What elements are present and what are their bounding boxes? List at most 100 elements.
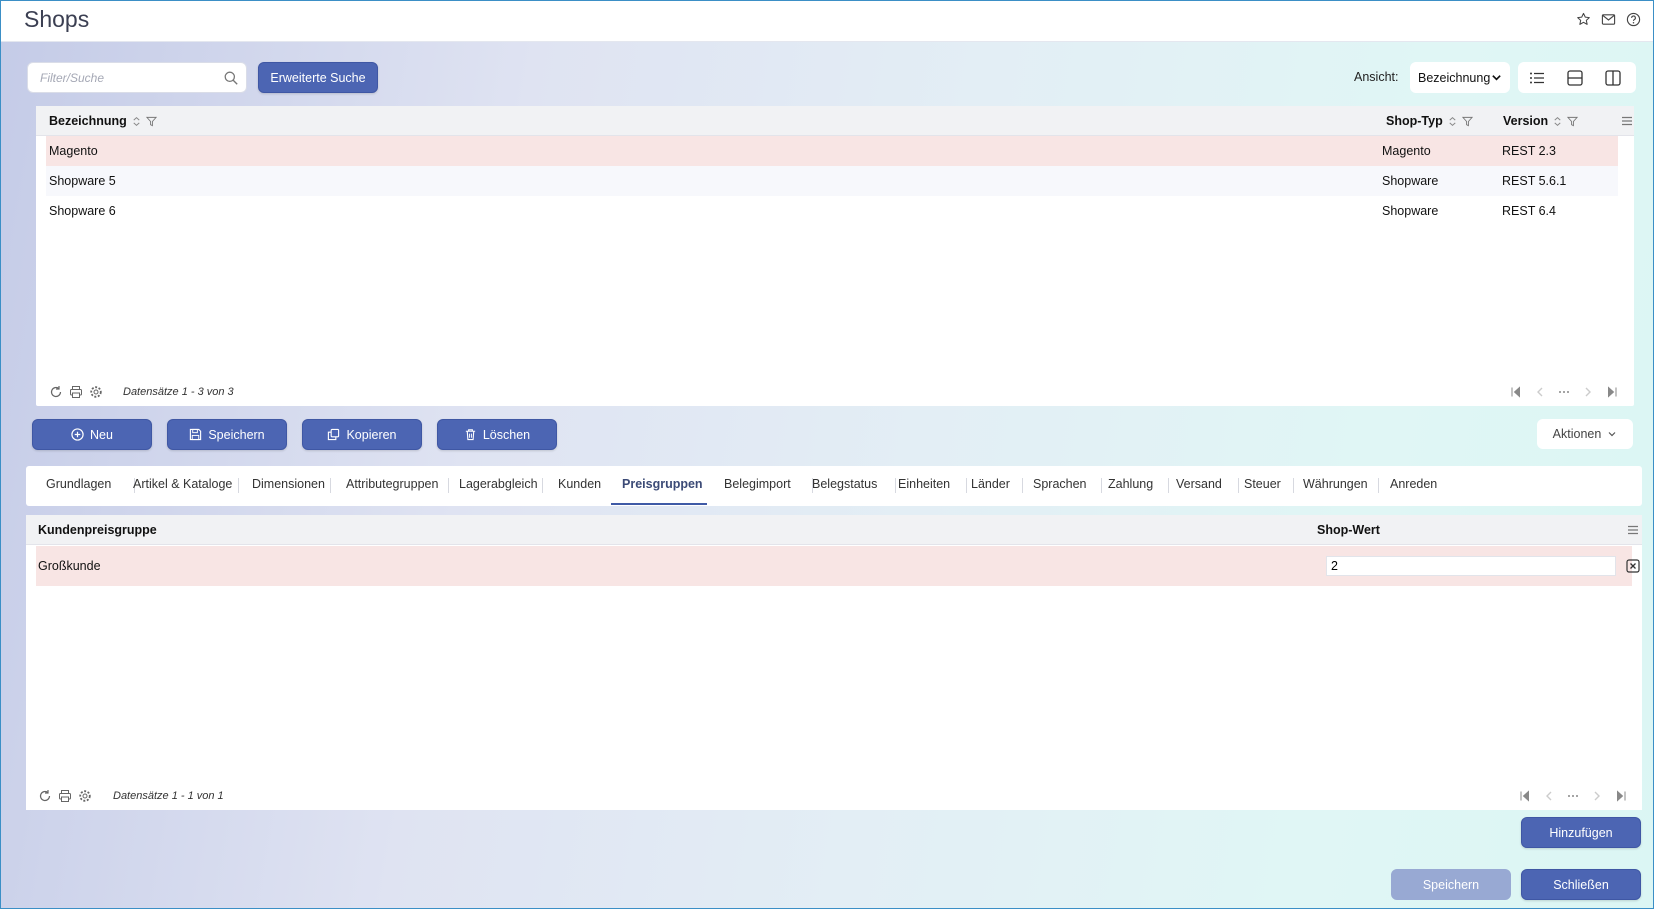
copy-label: Kopieren [346, 427, 397, 442]
search-icon[interactable] [223, 70, 239, 86]
sort-icon[interactable] [131, 116, 142, 127]
tab-divider [1378, 478, 1379, 493]
tab-divider [238, 478, 239, 493]
save-button[interactable]: Speichern [167, 419, 287, 450]
filter-icon[interactable] [1461, 116, 1473, 127]
column-menu-icon[interactable] [1620, 114, 1634, 128]
column-header-shop-wert[interactable]: Shop-Wert [1317, 523, 1380, 537]
column-header-shop-typ[interactable]: Shop-Typ [1386, 114, 1473, 128]
new-button[interactable]: Neu [32, 419, 152, 450]
refresh-icon[interactable] [49, 385, 63, 399]
copy-button[interactable]: Kopieren [302, 419, 422, 450]
split-horizontal-icon[interactable] [1556, 62, 1594, 93]
gear-icon[interactable] [78, 789, 92, 803]
clear-value-icon[interactable] [1626, 559, 1640, 573]
tab-dimensionen[interactable]: Dimensionen [252, 477, 325, 491]
tab-lagerabgleich[interactable]: Lagerabgleich [459, 477, 538, 491]
tab-divider [542, 478, 543, 493]
tab-divider [330, 478, 331, 493]
delete-button[interactable]: Löschen [437, 419, 557, 450]
tab-waehrungen[interactable]: Währungen [1303, 477, 1368, 491]
tab-anreden[interactable]: Anreden [1390, 477, 1437, 491]
shops-grid-header: Bezeichnung Shop-Typ Version [36, 106, 1634, 136]
column-header-kundenpreisgruppe[interactable]: Kundenpreisgruppe [38, 523, 157, 537]
gear-icon[interactable] [89, 385, 103, 399]
cell-version: REST 2.3 [1502, 144, 1556, 158]
tab-preisgruppen[interactable]: Preisgruppen [622, 477, 703, 491]
tab-steuer[interactable]: Steuer [1244, 477, 1281, 491]
prev-page-icon[interactable] [1542, 789, 1556, 803]
tab-attributegruppen[interactable]: Attributegruppen [346, 477, 438, 491]
tab-artikel-kataloge[interactable]: Artikel & Kataloge [133, 477, 232, 491]
column-header-bezeichnung[interactable]: Bezeichnung [49, 114, 157, 128]
tab-divider [1168, 478, 1169, 493]
add-label: Hinzufügen [1549, 825, 1613, 840]
price-group-grid: Kundenpreisgruppe Shop-Wert Großkunde Da… [26, 515, 1642, 810]
last-page-icon[interactable] [1614, 789, 1628, 803]
tab-zahlung[interactable]: Zahlung [1108, 477, 1153, 491]
column-label: Shop-Typ [1386, 114, 1443, 128]
view-select[interactable]: Bezeichnung [1410, 62, 1510, 93]
tab-divider [1022, 478, 1023, 493]
help-icon[interactable] [1625, 11, 1642, 28]
more-pages-icon[interactable] [1557, 385, 1571, 399]
advanced-search-button[interactable]: Erweiterte Suche [258, 62, 378, 93]
tab-divider [1293, 478, 1294, 493]
view-mode-group [1518, 62, 1636, 93]
first-page-icon[interactable] [1509, 385, 1523, 399]
print-icon[interactable] [69, 385, 83, 399]
tab-divider [1101, 478, 1102, 493]
footer-save-label: Speichern [1422, 877, 1480, 892]
trash-icon [465, 429, 476, 441]
table-row[interactable]: Shopware 5 Shopware REST 5.6.1 [46, 166, 1618, 196]
column-header-version[interactable]: Version [1503, 114, 1579, 128]
refresh-icon[interactable] [38, 789, 52, 803]
search-box [27, 62, 247, 93]
close-button[interactable]: Schließen [1521, 869, 1641, 900]
table-row[interactable]: Magento Magento REST 2.3 [46, 136, 1618, 166]
sort-icon[interactable] [1447, 116, 1458, 127]
tab-belegstatus[interactable]: Belegstatus [812, 477, 877, 491]
tab-laender[interactable]: Länder [971, 477, 1010, 491]
view-label: Ansicht: [1354, 70, 1399, 84]
new-label: Neu [90, 427, 113, 442]
tab-versand[interactable]: Versand [1176, 477, 1222, 491]
shop-value-input[interactable] [1326, 556, 1616, 576]
pagination [1518, 789, 1628, 803]
price-group-grid-header: Kundenpreisgruppe Shop-Wert [26, 515, 1642, 545]
table-row[interactable]: Großkunde [36, 546, 1640, 586]
filter-icon[interactable] [145, 116, 157, 127]
next-page-icon[interactable] [1581, 385, 1595, 399]
next-page-icon[interactable] [1590, 789, 1604, 803]
first-page-icon[interactable] [1518, 789, 1532, 803]
last-page-icon[interactable] [1605, 385, 1619, 399]
prev-page-icon[interactable] [1533, 385, 1547, 399]
filter-icon[interactable] [1567, 116, 1579, 127]
sort-icon[interactable] [1552, 116, 1563, 127]
split-vertical-icon[interactable] [1594, 62, 1632, 93]
print-icon[interactable] [58, 789, 72, 803]
column-label: Kundenpreisgruppe [38, 523, 157, 537]
more-pages-icon[interactable] [1566, 789, 1580, 803]
actions-dropdown[interactable]: Aktionen [1537, 419, 1633, 449]
price-group-grid-footer: Datensätze 1 - 1 von 1 [26, 782, 1642, 810]
list-view-icon[interactable] [1518, 62, 1556, 93]
tab-belegimport[interactable]: Belegimport [724, 477, 791, 491]
search-input[interactable] [38, 69, 218, 87]
footer-save-button[interactable]: Speichern [1391, 869, 1511, 900]
tab-grundlagen[interactable]: Grundlagen [46, 477, 111, 491]
star-icon[interactable] [1575, 11, 1592, 28]
tab-kunden[interactable]: Kunden [558, 477, 601, 491]
cell-shop-typ: Shopware [1382, 174, 1439, 188]
column-menu-icon[interactable] [1626, 523, 1640, 537]
pagination [1509, 385, 1619, 399]
cell-kundenpreisgruppe: Großkunde [38, 559, 101, 573]
table-row[interactable]: Shopware 6 Shopware REST 6.4 [46, 196, 1618, 226]
mail-icon[interactable] [1600, 11, 1617, 28]
view-select-value: Bezeichnung [1418, 70, 1491, 85]
tab-sprachen[interactable]: Sprachen [1033, 477, 1087, 491]
chevron-down-icon [1608, 432, 1616, 437]
add-button[interactable]: Hinzufügen [1521, 817, 1641, 848]
cell-bezeichnung: Magento [49, 144, 98, 158]
tab-einheiten[interactable]: Einheiten [898, 477, 950, 491]
